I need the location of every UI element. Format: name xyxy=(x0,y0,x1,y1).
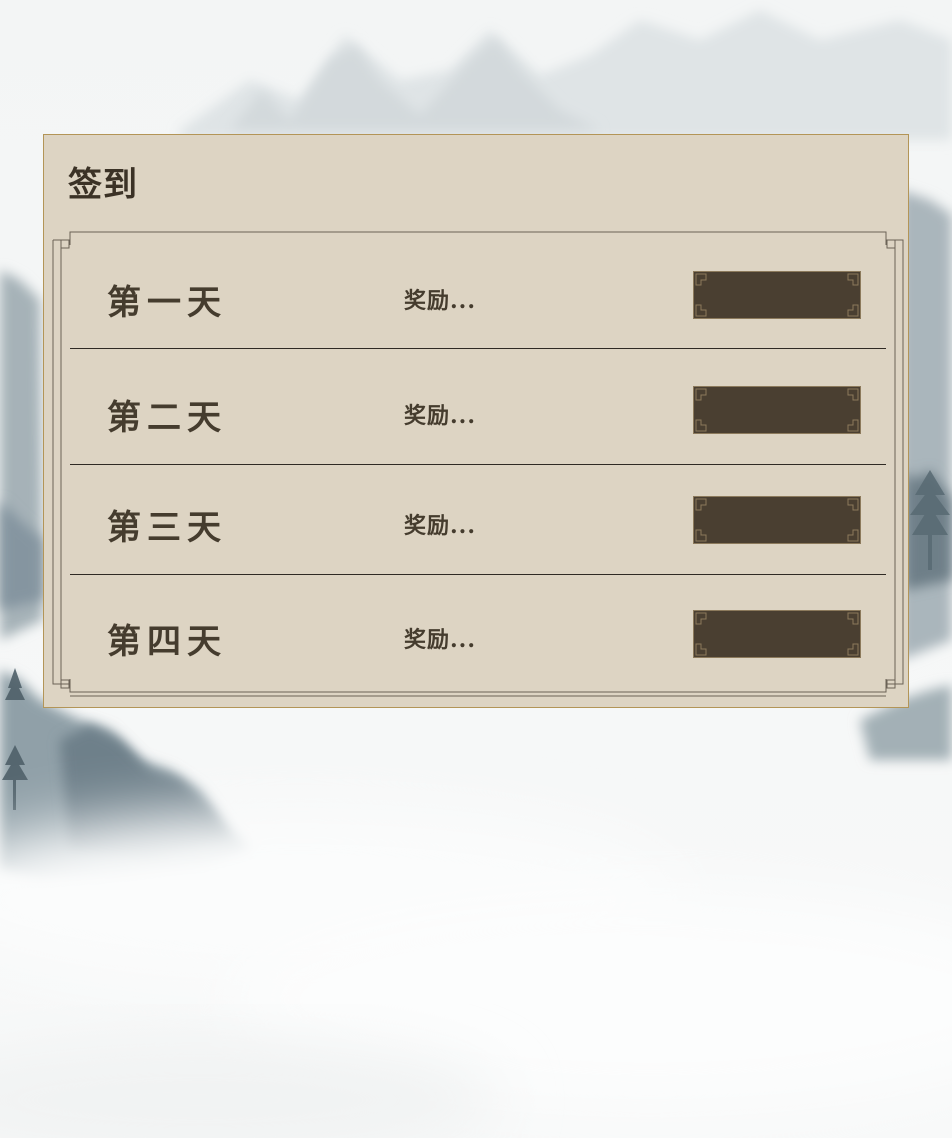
checkin-panel: 签到 第一天 奖励... 第二天 奖励... 第三天 奖励... 第四天 奖励.… xyxy=(43,134,909,708)
checkin-list: 第一天 奖励... 第二天 奖励... 第三天 奖励... 第四天 奖励... xyxy=(52,231,904,697)
checkin-row-day-3: 第三天 奖励... xyxy=(70,478,886,570)
claim-button-label xyxy=(693,386,861,434)
claim-button-label xyxy=(693,610,861,658)
claim-button-label xyxy=(693,271,861,319)
reward-text: 奖励... xyxy=(404,513,476,539)
checkin-row-day-4: 第四天 奖励... xyxy=(70,592,886,684)
reward-text: 奖励... xyxy=(404,288,476,314)
row-divider xyxy=(70,574,886,575)
claim-button[interactable] xyxy=(693,271,861,319)
checkin-row-day-2: 第二天 奖励... xyxy=(70,368,886,460)
claim-button-label xyxy=(693,496,861,544)
day-label: 第一天 xyxy=(107,283,227,323)
row-divider xyxy=(70,348,886,349)
checkin-row-day-1: 第一天 奖励... xyxy=(70,253,886,345)
day-label: 第四天 xyxy=(107,622,227,662)
row-divider xyxy=(70,464,886,465)
claim-button[interactable] xyxy=(693,496,861,544)
claim-button[interactable] xyxy=(693,386,861,434)
reward-text: 奖励... xyxy=(404,627,476,653)
claim-button[interactable] xyxy=(693,610,861,658)
day-label: 第三天 xyxy=(107,508,227,548)
day-label: 第二天 xyxy=(107,398,227,438)
reward-text: 奖励... xyxy=(404,403,476,429)
panel-title: 签到 xyxy=(68,165,138,205)
